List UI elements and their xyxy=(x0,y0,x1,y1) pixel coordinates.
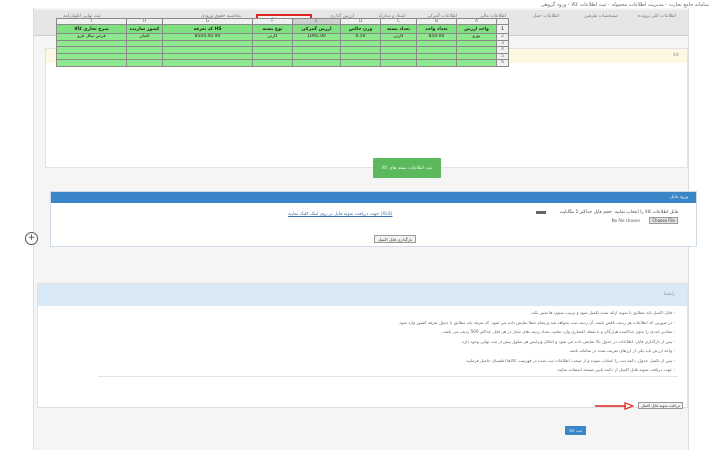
guide-panel-header: راهنما xyxy=(38,284,687,306)
grid-cell[interactable] xyxy=(162,59,253,67)
header-cell[interactable]: تعداد واحد xyxy=(416,24,457,34)
row-number[interactable]: 1 xyxy=(496,24,509,34)
row-number[interactable]: 6 xyxy=(496,59,509,67)
upload-instruction: فایل اطلاعات کالا را انتخاب نمایید. حجم … xyxy=(559,210,679,215)
divider xyxy=(98,376,678,377)
tab-parties[interactable]: مشخصات طرفین xyxy=(576,14,626,32)
guide-notes: - فایل اکسل باید مطابق با نمونه ارائه شد… xyxy=(45,308,675,375)
guide-note: - جهت دریافت نمونه فایل اکسل از دکمه پای… xyxy=(556,367,675,372)
register-goods-button[interactable]: ثبت اطلاعات بسته های کالا xyxy=(373,158,441,178)
tab-general-info[interactable]: اطلاعات کلی پرونده xyxy=(632,14,682,32)
submit-goods-button[interactable]: ثبت کالا xyxy=(565,426,586,435)
table-row: 6 xyxy=(56,59,509,67)
grid-cell[interactable] xyxy=(126,59,163,67)
grid-cell[interactable] xyxy=(252,59,293,67)
file-upload-panel-title: ورود فایل xyxy=(669,195,688,200)
grid-cell[interactable] xyxy=(416,59,457,67)
header-cell[interactable]: نوع بسته xyxy=(252,24,293,34)
grid-cell[interactable] xyxy=(456,59,497,67)
goods-grid-panel-title: کالا xyxy=(672,53,679,58)
header-cell[interactable]: کشور سازنده xyxy=(126,24,163,34)
header-cell[interactable]: کد تعرفه HS xyxy=(162,24,253,34)
header-cell[interactable]: وزن خالص xyxy=(340,24,381,34)
file-upload-panel-header: ورود فایل xyxy=(51,192,696,203)
grid-cell[interactable] xyxy=(340,59,381,67)
guide-note: - مقادیر عددی را بدون جداکننده هزارگان و… xyxy=(441,329,675,334)
grid-cell[interactable] xyxy=(56,59,127,67)
header-cell[interactable]: تعداد بسته xyxy=(380,24,417,34)
guide-note: - پس از تکمیل جدول، دکمه ثبت را انتخاب ن… xyxy=(464,357,675,363)
guide-note: - فایل اکسل باید مطابق با نمونه ارائه شد… xyxy=(530,310,675,315)
guide-note: - پس از بارگذاری فایل، اطلاعات در جدول ب… xyxy=(460,338,675,344)
plus-circle-icon[interactable]: + xyxy=(25,232,38,245)
download-excel-sample-button[interactable]: دریافت نمونه فایل اکسل xyxy=(638,402,684,409)
goods-spreadsheet[interactable]: I H G F E D C B A شرح تجاری کالا کشور سا… xyxy=(56,18,509,67)
grid-cell[interactable] xyxy=(380,59,417,67)
header-cell[interactable]: ارزش گمرکی xyxy=(292,24,341,34)
grid-cell[interactable] xyxy=(292,59,341,67)
upload-excel-button[interactable]: بارگذاری فایل اکسل xyxy=(374,235,416,243)
no-file-label: No file chosen xyxy=(611,218,640,223)
guide-note: - واحد ارزش باید یکی از ارزهای تعریف شده… xyxy=(568,348,675,353)
header-cell[interactable]: شرح تجاری کالا xyxy=(56,24,127,34)
red-arrow-icon xyxy=(595,402,634,410)
guide-panel: راهنما - فایل اکسل باید مطابق با نمونه ا… xyxy=(37,283,688,408)
sample-file-link[interactable]: جهت دریافت نمونه فایل بر روی لینک کلیک ن… xyxy=(288,212,392,217)
guide-note: - در صورتی که اطلاعات هر ردیف ناقص باشد،… xyxy=(397,319,675,325)
guide-panel-title: راهنما xyxy=(663,292,675,297)
header-cell[interactable]: واحد ارزش xyxy=(456,24,497,34)
tab-transport[interactable]: اطلاعات حمل xyxy=(522,14,570,32)
choose-file-button[interactable]: Choose File xyxy=(649,217,678,224)
header-row: شرح تجاری کالا کشور سازنده کد تعرفه HS ن… xyxy=(56,24,509,34)
upload-size-indicator xyxy=(536,211,546,214)
